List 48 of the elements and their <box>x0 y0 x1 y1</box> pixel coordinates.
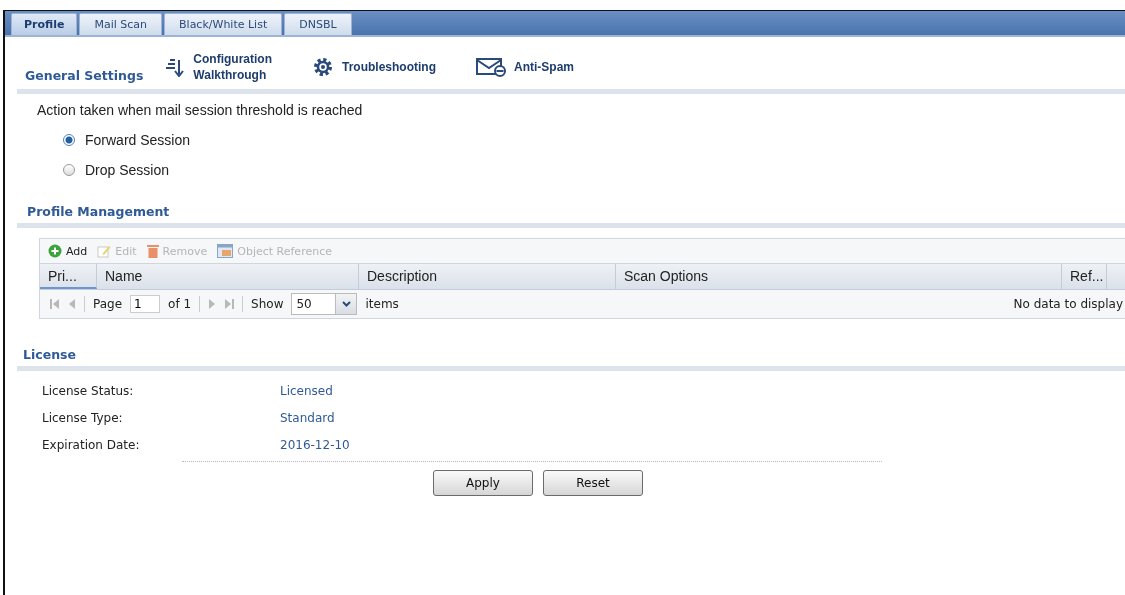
tab[interactable]: Profile <box>11 13 78 35</box>
quick-link[interactable]: Anti-Spam <box>514 59 574 75</box>
toolbar-button[interactable]: Add <box>66 244 88 258</box>
page-size-dropdown[interactable]: 50 <box>291 293 358 315</box>
radio-button[interactable] <box>63 134 75 146</box>
field-label: Expiration Date: <box>42 438 141 452</box>
page-label: Page <box>93 297 123 311</box>
empty-message: No data to display <box>1013 297 1124 311</box>
window-icon <box>217 244 234 258</box>
radio-label[interactable]: Forward Session <box>85 132 191 148</box>
radio-button[interactable] <box>63 164 75 176</box>
action-button[interactable]: Reset <box>543 470 643 496</box>
items-label: items <box>365 297 399 311</box>
list-arrow-icon[interactable] <box>165 57 186 77</box>
previous-page-icon[interactable] <box>68 298 76 310</box>
show-label: Show <box>251 297 284 311</box>
field-value: 2016-12-10 <box>280 438 350 452</box>
page-count: of 1 <box>168 297 192 311</box>
tab[interactable]: Mail Scan <box>79 13 163 35</box>
next-page-icon[interactable] <box>208 298 217 310</box>
section-title: General Settings <box>25 68 144 85</box>
field-label: License Status: <box>42 384 135 398</box>
trash-icon <box>146 244 159 258</box>
section-title: License <box>23 347 77 362</box>
prompt-text: Action taken when mail session threshold is reached <box>37 102 364 118</box>
tab[interactable]: Black/White List <box>164 13 283 35</box>
column-header[interactable]: Scan Options <box>616 264 1062 289</box>
quick-link[interactable]: Configuration Walkthrough <box>193 51 272 83</box>
column-header[interactable]: Ref... <box>1062 264 1107 289</box>
action-button[interactable]: Apply <box>433 470 533 496</box>
first-page-icon[interactable] <box>50 298 60 310</box>
column-header[interactable]: Pri... <box>40 264 97 289</box>
envelope-icon[interactable] <box>476 57 506 77</box>
field-value: Standard <box>280 411 335 425</box>
plus-icon <box>48 244 62 258</box>
gear-icon[interactable] <box>312 56 334 78</box>
last-page-icon[interactable] <box>224 298 235 310</box>
radio-label[interactable]: Drop Session <box>85 162 170 178</box>
chevron-down-icon <box>341 301 351 307</box>
column-header[interactable]: Description <box>359 264 616 289</box>
field-value: Licensed <box>280 384 333 398</box>
page-field[interactable]: 1 <box>130 295 161 313</box>
pencil-icon <box>97 244 112 258</box>
section-title: Profile Management <box>27 204 171 219</box>
field-label: License Type: <box>42 411 124 425</box>
tab[interactable]: DNSBL <box>284 13 352 35</box>
column-header[interactable]: Name <box>97 264 359 289</box>
quick-link[interactable]: Troubleshooting <box>342 59 436 75</box>
